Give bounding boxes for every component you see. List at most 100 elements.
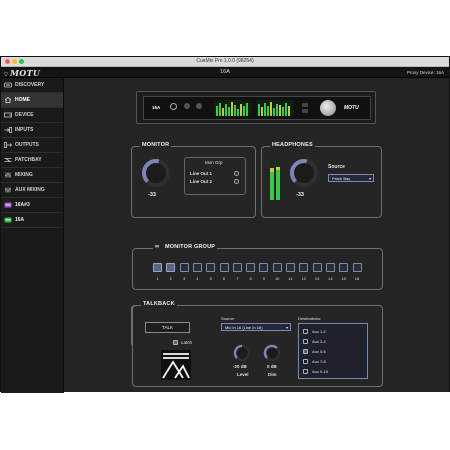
link-icon: ∞: [155, 244, 160, 250]
destination-checkbox[interactable]: [303, 349, 308, 354]
talkback-source-dropdown[interactable]: Mic In 16 (Line In 16) ▾: [221, 323, 291, 331]
latch-checkbox[interactable]: [173, 340, 178, 345]
destination-item[interactable]: Aux 1-2: [303, 328, 363, 336]
headphones-source-dropdown[interactable]: Patch Bay ▾: [328, 174, 374, 182]
destination-item[interactable]: Aux 3-4: [303, 338, 363, 346]
monitor-group-button-label: 8: [249, 276, 252, 281]
talkback-panel: TALKBACK TALK Latch Source: Mic In 16 (L…: [132, 301, 383, 387]
destination-checkbox[interactable]: [303, 339, 308, 344]
sidebar-item-patchbay[interactable]: PATCHBAY: [1, 153, 63, 168]
sidebar-item-device[interactable]: DEVICE: [1, 108, 63, 123]
front-knob-small: [184, 103, 190, 109]
monitor-level-knob[interactable]: [140, 157, 172, 189]
sidebar-item-device-16a3[interactable]: 16A#3: [1, 198, 63, 213]
headphones-level-knob[interactable]: [288, 157, 320, 189]
monitor-group-button[interactable]: [339, 263, 349, 272]
headphones-level-value: -33: [296, 192, 304, 198]
device-name: 16A: [220, 69, 230, 75]
sidebar-item-label: DEVICE: [15, 112, 34, 118]
destination-checkbox[interactable]: [303, 369, 308, 374]
sidebar-item-label: MIXING: [15, 172, 33, 178]
monitor-group-button-label: 6: [222, 276, 226, 281]
monitor-group-button[interactable]: [246, 263, 256, 272]
talkback-level-value: -20 dB: [233, 364, 247, 369]
monitor-group-button[interactable]: [259, 263, 269, 272]
monitor-group-button-label: 3: [182, 276, 186, 281]
talkback-level-knob[interactable]: [233, 344, 251, 362]
monitor-group-button-label: 10: [274, 276, 280, 281]
patchbay-icon: [4, 158, 12, 162]
monitor-group-button[interactable]: [272, 263, 282, 272]
headphones-source-value: Patch Bay: [332, 176, 351, 181]
sidebar-item-inputs[interactable]: INPUTS: [1, 123, 63, 138]
talkback-level-label: Level: [237, 372, 249, 377]
talk-button[interactable]: TALK: [145, 322, 190, 333]
sidebar-item-home[interactable]: HOME: [1, 93, 63, 108]
monitor-group-button[interactable]: [312, 263, 322, 272]
destination-label: Aux 3-4: [312, 339, 326, 344]
inputs-icon: [4, 127, 12, 133]
monitor-group-button[interactable]: [286, 263, 295, 272]
destination-checkbox[interactable]: [303, 359, 308, 364]
destination-label: Aux 7-8: [312, 359, 326, 364]
monitor-group-button[interactable]: [166, 263, 176, 272]
device-model-label: 16A: [152, 105, 161, 110]
monitor-group-button-label: 1: [156, 276, 159, 281]
device-front-panel-image: 16A MOTU: [136, 91, 376, 124]
monitor-group-button[interactable]: [206, 263, 216, 272]
line-out-2-indicator[interactable]: [234, 179, 239, 184]
monitor-group-button-label: 4: [196, 276, 199, 281]
sidebar-item-mixing[interactable]: MIXING: [1, 168, 63, 183]
sidebar-item-label: INPUTS: [15, 127, 34, 133]
sidebar-item-device-16a[interactable]: 16A: [1, 213, 63, 228]
mixing-icon: [5, 172, 11, 178]
monitor-group-button[interactable]: [352, 263, 362, 272]
device-unit-icon: [4, 202, 12, 208]
destination-item[interactable]: Aux 7-8: [303, 358, 363, 366]
sidebar-item-label: 16A: [15, 217, 25, 223]
chevron-down-icon: ▾: [368, 176, 371, 181]
sidebar-item-label: HOME: [15, 97, 30, 103]
destination-item[interactable]: Aux 9-10: [303, 368, 363, 376]
aux-mixing-icon: [5, 187, 11, 193]
monitor-group-button-label: 12: [301, 276, 307, 281]
line-out-1-label: Line Out 1: [190, 171, 213, 176]
latch-label: Latch: [181, 340, 193, 345]
sidebar-item-label: OUTPUTS: [15, 142, 39, 148]
monitor-group-button[interactable]: [219, 263, 229, 272]
destination-item[interactable]: Aux 5-6: [303, 348, 363, 356]
chevron-down-icon: ▾: [285, 325, 288, 330]
monitor-group-button-label: 2: [169, 276, 172, 281]
monitor-group-button-label: 14: [328, 276, 333, 281]
monitor-panel: MONITOR -33 Mon Grp Line Out 1 Line Out …: [131, 142, 256, 218]
monitor-group-button[interactable]: [325, 263, 335, 272]
monitor-group-button[interactable]: [192, 263, 202, 272]
destination-checkbox[interactable]: [303, 329, 308, 334]
front-knob-small: [196, 103, 202, 109]
monitor-group-button[interactable]: [153, 263, 162, 272]
device-brand-label: MOTU: [344, 105, 359, 111]
monitor-group-button-label: 7: [236, 276, 239, 281]
monitor-group-panel-main: ∞ MONITOR GROUP 1 2 3 4 5 6 7 8 9 10 11 12 13 14 15 16: [132, 244, 383, 290]
sidebar-item-label: PATCHBAY: [15, 157, 42, 163]
destination-label: Aux 1-2: [312, 329, 326, 334]
talkback-dim-knob[interactable]: [263, 344, 281, 362]
app-toolbar: ▽ MOTU 16A Proxy Device: 16A: [1, 67, 449, 78]
line-out-2-label: Line Out 2: [190, 179, 213, 184]
sidebar-item-discovery[interactable]: DISCOVERY: [1, 78, 63, 93]
line-out-1-indicator[interactable]: [234, 171, 239, 176]
sidebar-item-aux-mixing[interactable]: AUX MIXING: [1, 183, 63, 198]
talkback-source-value: Mic In 16 (Line In 16): [225, 325, 263, 330]
monitor-group-title-text: MONITOR GROUP: [165, 244, 216, 250]
monitor-group-button-label: 9: [262, 276, 265, 281]
headphones-meter-left: [270, 158, 274, 200]
window-title: CueMix Pro 1.0.0 (98254): [196, 58, 254, 64]
monitor-group-button[interactable]: [179, 263, 189, 272]
monitor-group-button[interactable]: [299, 263, 309, 272]
front-button: [302, 109, 308, 113]
talkback-dim-label: Dim: [268, 372, 277, 377]
sidebar-item-outputs[interactable]: OUTPUTS: [1, 138, 63, 153]
front-button: [302, 103, 308, 107]
sidebar-item-label: AUX MIXING: [15, 187, 45, 193]
monitor-group-button[interactable]: [232, 263, 242, 272]
